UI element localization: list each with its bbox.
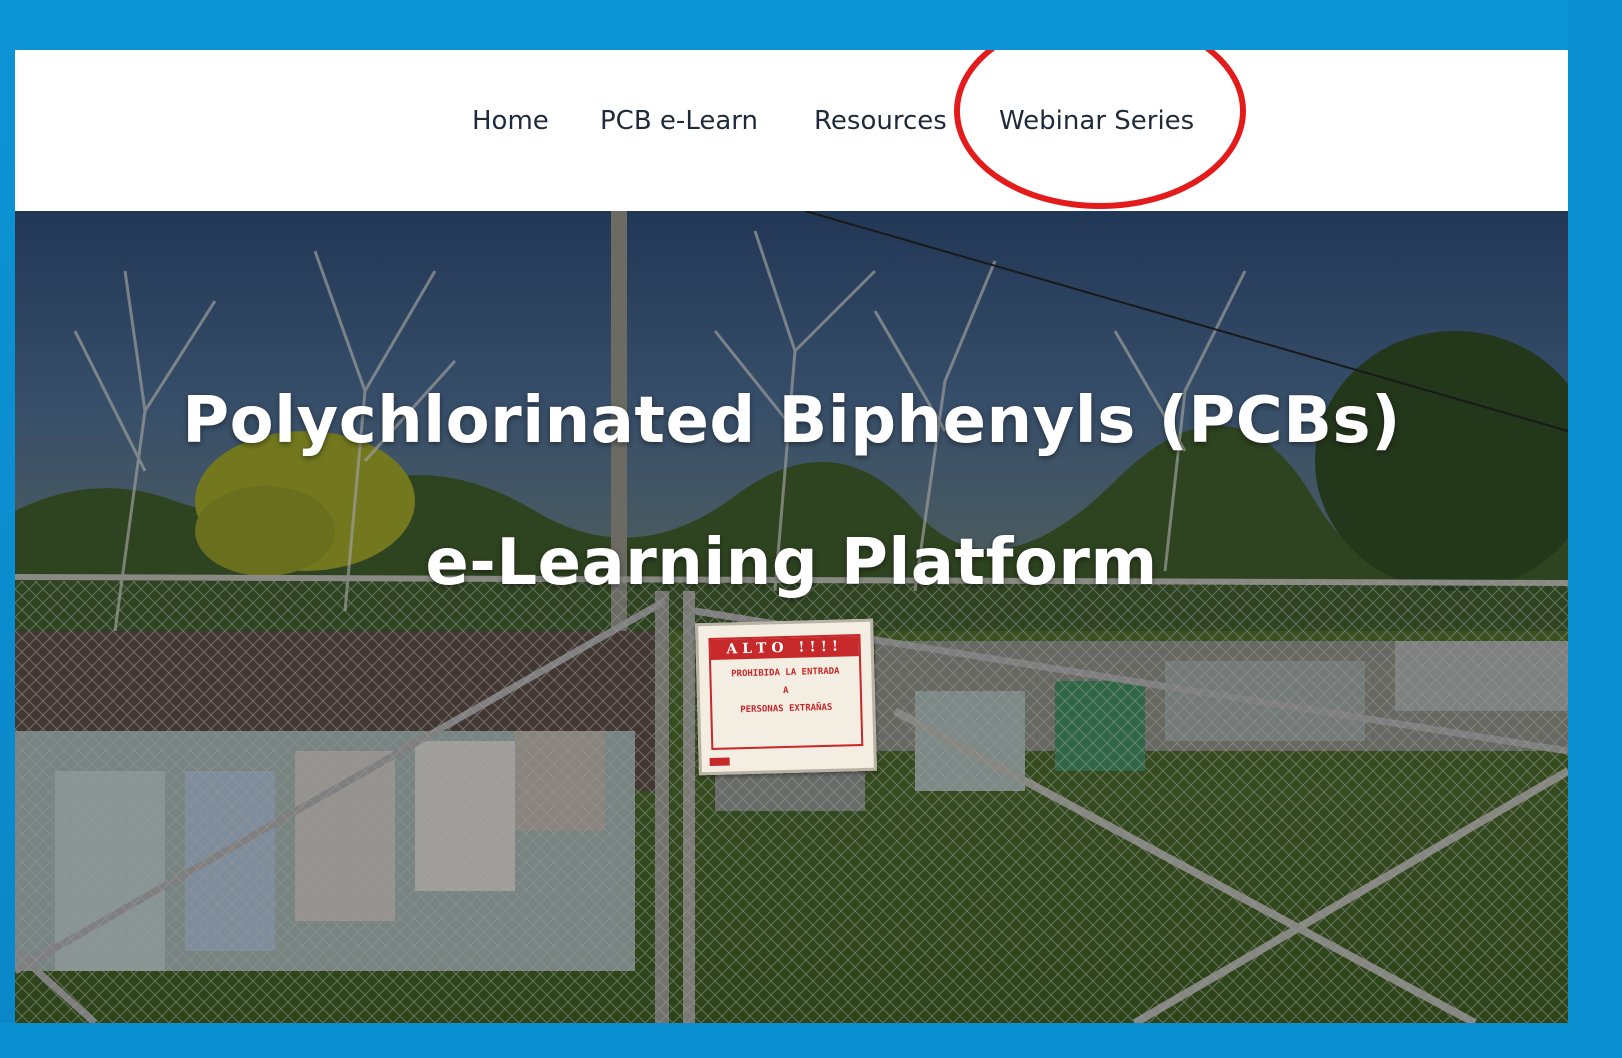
nav-home-link[interactable]: Home [472, 104, 549, 138]
sign-text: PROHIBIDA LA ENTRADA A PERSONAS EXTRAÑAS [731, 666, 840, 716]
hero-title-line-1: Polychlorinated Biphenyls (PCBs) [182, 384, 1401, 458]
hero-background-image [15, 211, 1568, 1023]
hero-banner: ALTO !!!! PROHIBIDA LA ENTRADA A PERSONA… [15, 211, 1568, 1023]
nav-resources-link[interactable]: Resources [814, 104, 947, 138]
sign-header: ALTO !!!! [710, 636, 859, 660]
warning-sign: ALTO !!!! PROHIBIDA LA ENTRADA A PERSONA… [695, 618, 877, 776]
web-page: Home PCB e-Learn Resources Webinar Serie… [15, 50, 1568, 1023]
screenshot-frame: Home PCB e-Learn Resources Webinar Serie… [0, 0, 1568, 1023]
nav-pcb-elearn-link[interactable]: PCB e-Learn [600, 104, 758, 138]
nav-webinar-series-link[interactable]: Webinar Series [999, 104, 1194, 138]
top-navigation: Home PCB e-Learn Resources Webinar Serie… [15, 50, 1568, 211]
hero-title-line-2: e-Learning Platform [425, 526, 1158, 600]
sign-logo [709, 757, 730, 767]
